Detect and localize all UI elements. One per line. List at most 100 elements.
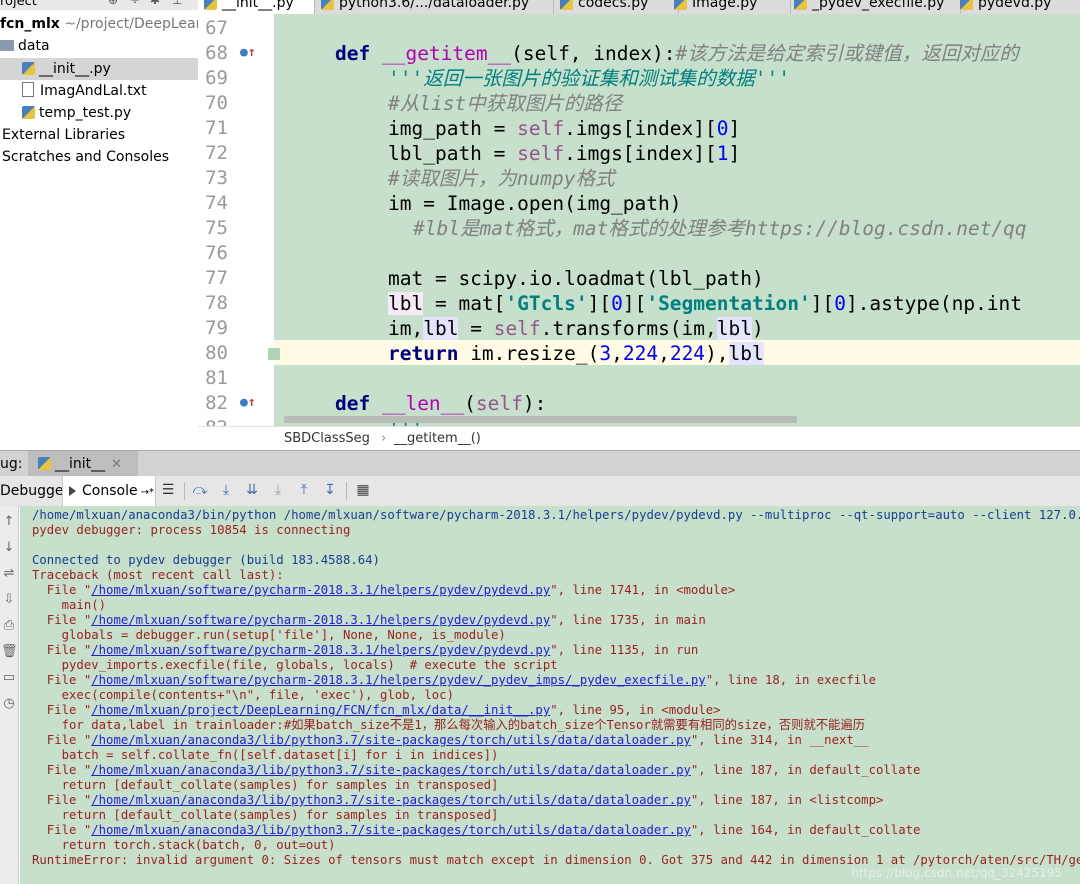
trash-icon[interactable]: 🗑 (1, 644, 18, 659)
code-line: #从list中获取图片的路径 (388, 92, 623, 115)
line-number: 71 (205, 117, 228, 139)
debug-console-output[interactable]: /home/mlxuan/anaconda3/bin/python /home/… (20, 506, 1080, 884)
console-line: File "/home/mlxuan/anaconda3/lib/python3… (32, 823, 921, 837)
console-line: Connected to pydev debugger (build 183.4… (32, 553, 380, 567)
file-link[interactable]: /home/mlxuan/anaconda3/lib/python3.7/sit… (91, 733, 691, 747)
code-line: im,lbl = self.transforms(im,lbl) (388, 317, 764, 340)
tab-dataloader-py[interactable]: python3.6/.../dataloader.py (315, 0, 554, 14)
file-link[interactable]: /home/mlxuan/software/pycharm-2018.3.1/h… (91, 613, 550, 627)
tab-debugger[interactable]: Debugger (0, 476, 69, 506)
override-marker-icon[interactable]: ●↑ (240, 395, 256, 410)
force-step-into-icon[interactable]: ⤓ (270, 482, 286, 498)
menu-icon[interactable]: ☰ (160, 482, 176, 498)
console-line: batch = self.collate_fn([self.dataset[i]… (32, 748, 499, 762)
scroll-down-icon[interactable]: ↓ (1, 540, 17, 555)
console-line: return [default_collate(samples) for sam… (32, 808, 499, 822)
tree-item-label: External Libraries (2, 127, 125, 143)
text-file-icon (22, 82, 34, 97)
console-line: File "/home/mlxuan/anaconda3/lib/python3… (32, 763, 921, 777)
tree-item-init[interactable]: __init__.py (0, 58, 198, 80)
tab-pydev-execfile-py[interactable]: _pydev_execfile.py (788, 0, 961, 14)
breadcrumb-method[interactable]: __getitem__() (394, 431, 481, 446)
debug-window-header: ug: __init__ ✕ (0, 450, 1080, 477)
debug-toolbar: Debugger Console →* ☰ ⤼ ⤓ ⇊ ⤓ ⤒ ↧ ▦ (0, 476, 1080, 507)
file-link[interactable]: /home/mlxuan/anaconda3/lib/python3.7/sit… (91, 823, 691, 837)
watermark: https://blog.csdn.net/qq_32425195 (851, 866, 1062, 880)
python-file-icon (38, 457, 51, 470)
tree-item-external-libraries[interactable]: External Libraries (2, 124, 125, 146)
line-number: 69 (205, 67, 228, 89)
print-icon[interactable]: ⎙ (1, 618, 17, 633)
tree-item-temp-test[interactable]: temp_test.py (0, 102, 131, 124)
scroll-up-icon[interactable]: ↑ (1, 514, 17, 529)
line-number: 73 (205, 167, 228, 189)
file-link[interactable]: /home/mlxuan/software/pycharm-2018.3.1/h… (91, 643, 550, 657)
line-number: 67 (205, 17, 228, 39)
close-icon[interactable]: ✕ (111, 457, 122, 472)
scroll-to-end-icon[interactable]: ⇩ (1, 592, 17, 607)
tree-item-label: temp_test.py (39, 105, 132, 121)
console-window-icon[interactable]: ▭ (1, 670, 17, 685)
python-file-icon (22, 62, 35, 75)
bookmark-icon[interactable] (268, 348, 280, 360)
line-number: 81 (205, 367, 228, 389)
breadcrumb-class[interactable]: SBDClassSeg (284, 431, 370, 446)
tree-item-imagandlal[interactable]: ImagAndLal.txt (0, 80, 147, 102)
override-marker-icon[interactable]: ●↑ (240, 45, 256, 60)
tab-init-py[interactable]: __init__.py (198, 0, 315, 14)
editor-tab-bar: __init__.py python3.6/.../dataloader.py … (198, 0, 1080, 15)
code-line: img_path = self.imgs[index][0] (388, 117, 741, 140)
step-into-icon[interactable]: ⤓ (218, 482, 234, 498)
file-link[interactable]: /home/mlxuan/anaconda3/lib/python3.7/sit… (91, 793, 691, 807)
tree-item-label: __init__.py (39, 61, 111, 77)
soft-wrap-icon[interactable]: ⇌ (1, 566, 17, 581)
file-link[interactable]: /home/mlxuan/anaconda3/lib/python3.7/sit… (91, 763, 691, 777)
code-line: mat = scipy.io.loadmat(lbl_path) (388, 267, 764, 290)
tab-label: python3.6/.../dataloader.py (339, 0, 530, 11)
console-side-toolbar: ↑ ↓ ⇌ ⇩ ⎙ 🗑 ▭ ◷ (0, 506, 19, 884)
step-out-icon[interactable]: ⤒ (296, 482, 312, 498)
python-file-icon (321, 0, 334, 10)
console-line: globals = debugger.run(setup['file'], No… (32, 628, 506, 642)
code-line: lbl_path = self.imgs[index][1] (388, 142, 741, 165)
sync-icon[interactable]: ⊕ (108, 0, 118, 7)
tree-root-path: ~/project/DeepLearr (64, 16, 198, 32)
history-icon[interactable]: ◷ (1, 696, 17, 711)
tab-label: _pydev_execfile.py (812, 0, 945, 11)
tab-image-py[interactable]: Image.py (668, 0, 791, 14)
code-editor[interactable]: 67 68 69 70 71 72 73 74 75 76 77 78 79 8… (198, 14, 1080, 426)
collapse-icon[interactable]: ÷ (130, 0, 140, 7)
step-into-my-code-icon[interactable]: ⇊ (244, 482, 260, 498)
debug-window-title: ug: (0, 456, 23, 472)
file-link[interactable]: /home/mlxuan/software/pycharm-2018.3.1/h… (91, 583, 550, 597)
debug-session-tab[interactable]: __init__ ✕ (28, 451, 138, 477)
console-line: File "/home/mlxuan/software/pycharm-2018… (32, 583, 736, 597)
tab-pydevd-py[interactable]: pydevd.py (954, 0, 1080, 14)
gear-icon[interactable]: ✱ (150, 0, 160, 7)
tab-label: Image.py (692, 0, 758, 11)
tab-codecs-py[interactable]: codecs.py (554, 0, 679, 14)
project-panel: roject ⊕ ÷ ✱ ⊥ fcn_mlx ~/project/DeepLea… (0, 0, 198, 440)
console-line: File "/home/mlxuan/anaconda3/lib/python3… (32, 793, 884, 807)
step-over-icon[interactable]: ⤼ (192, 482, 208, 498)
hide-icon[interactable]: ⊥ (172, 0, 182, 7)
console-line: File "/home/mlxuan/anaconda3/lib/python3… (32, 733, 869, 747)
file-link[interactable]: /home/mlxuan/project/DeepLearning/FCN/fc… (91, 703, 550, 717)
console-arrow: →* (140, 487, 154, 498)
line-number: 83 (198, 417, 228, 426)
line-number: 76 (205, 242, 228, 264)
tab-console[interactable]: Console →* (62, 476, 156, 506)
file-link[interactable]: /home/mlxuan/software/pycharm-2018.3.1/h… (91, 673, 705, 687)
console-line: Traceback (most recent call last): (32, 568, 284, 582)
folder-icon (0, 40, 14, 51)
console-line: for data,label in trainloader:#如果batch_s… (32, 718, 865, 732)
editor-horizontal-scrollbar[interactable] (284, 416, 797, 423)
breadcrumb: SBDClassSeg › __getitem__() (198, 426, 1080, 451)
run-to-cursor-icon[interactable]: ↧ (322, 482, 338, 498)
tree-item-scratches[interactable]: Scratches and Consoles (2, 146, 169, 168)
tree-root[interactable]: fcn_mlx ~/project/DeepLearr (0, 13, 198, 35)
evaluate-expression-icon[interactable]: ▦ (355, 482, 371, 498)
project-panel-title[interactable]: roject (0, 0, 37, 9)
tree-item-data[interactable]: data (0, 35, 50, 57)
code-line: im = Image.open(img_path) (388, 192, 682, 215)
